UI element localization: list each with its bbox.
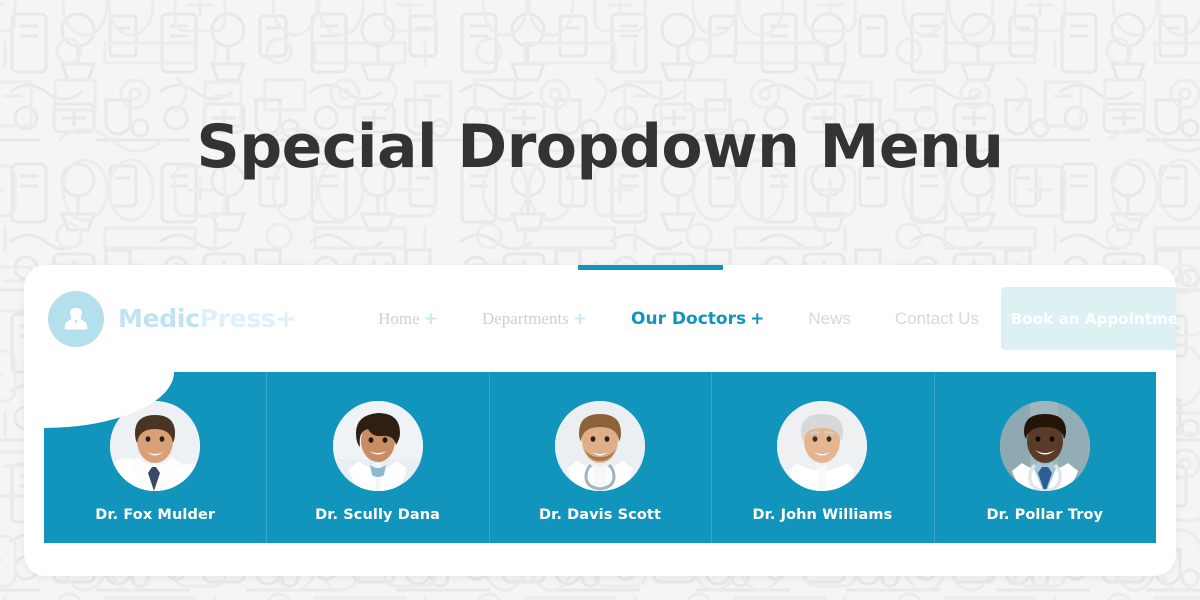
- nav-item-label: News: [808, 308, 851, 328]
- nav-item-label: Contact Us: [894, 308, 979, 328]
- plus-icon: +: [423, 308, 438, 329]
- brand-name: MedicPress+: [118, 304, 296, 333]
- doctor-name: Dr. Fox Mulder: [95, 506, 216, 523]
- avatar: [555, 400, 646, 491]
- doctor-name: Dr. Scully Dana: [315, 506, 441, 523]
- nav-item-departments[interactable]: Departments +: [460, 309, 609, 329]
- avatar: [777, 400, 868, 491]
- list-item[interactable]: Dr. John Williams: [711, 372, 933, 543]
- brand-name-secondary: Press+: [199, 304, 297, 333]
- nav-item-news[interactable]: News: [786, 309, 873, 329]
- brand-name-primary: Medic: [118, 304, 200, 333]
- doctors-dropdown-panel: Dr. Fox Mulder Dr. Scully Dana Dr. Davis…: [44, 372, 1156, 543]
- list-item[interactable]: Dr. Fox Mulder: [44, 372, 266, 543]
- nav-item-contact-us[interactable]: Contact Us: [873, 309, 1001, 329]
- avatar: [332, 400, 423, 491]
- navigation-card: Dr. Fox Mulder Dr. Scully Dana Dr. Davis…: [24, 265, 1176, 576]
- doctor-list: Dr. Fox Mulder Dr. Scully Dana Dr. Davis…: [44, 372, 1156, 543]
- nav-item-label: Departments: [481, 308, 569, 328]
- doctor-name: Dr. Davis Scott: [539, 506, 661, 523]
- list-item[interactable]: Dr. Scully Dana: [266, 372, 488, 543]
- doctor-name: Dr. Pollar Troy: [986, 506, 1104, 523]
- navigation-header: MedicPress+ Home + Departments + Our Docto…: [24, 265, 1176, 372]
- brand-logo[interactable]: MedicPress+: [48, 290, 296, 347]
- avatar: [999, 400, 1090, 491]
- book-appointment-button[interactable]: Book an Appointment: [1000, 287, 1176, 350]
- doctor-name: Dr. John Williams: [752, 506, 893, 523]
- nav-item-label: Home: [378, 308, 420, 328]
- doctor-avatar-icon: [48, 290, 104, 347]
- main-navigation: Home + Departments + Our Doctors + News Con…: [356, 309, 1001, 329]
- nav-item-our-doctors[interactable]: Our Doctors +: [609, 309, 786, 329]
- page-title: Special Dropdown Menu: [196, 112, 1004, 182]
- nav-item-home[interactable]: Home +: [356, 309, 460, 329]
- avatar: [110, 400, 201, 491]
- list-item[interactable]: Dr. Pollar Troy: [933, 372, 1156, 543]
- plus-icon: +: [750, 308, 765, 329]
- nav-item-label: Our Doctors: [631, 308, 747, 329]
- list-item[interactable]: Dr. Davis Scott: [488, 372, 711, 543]
- plus-icon: +: [572, 308, 588, 329]
